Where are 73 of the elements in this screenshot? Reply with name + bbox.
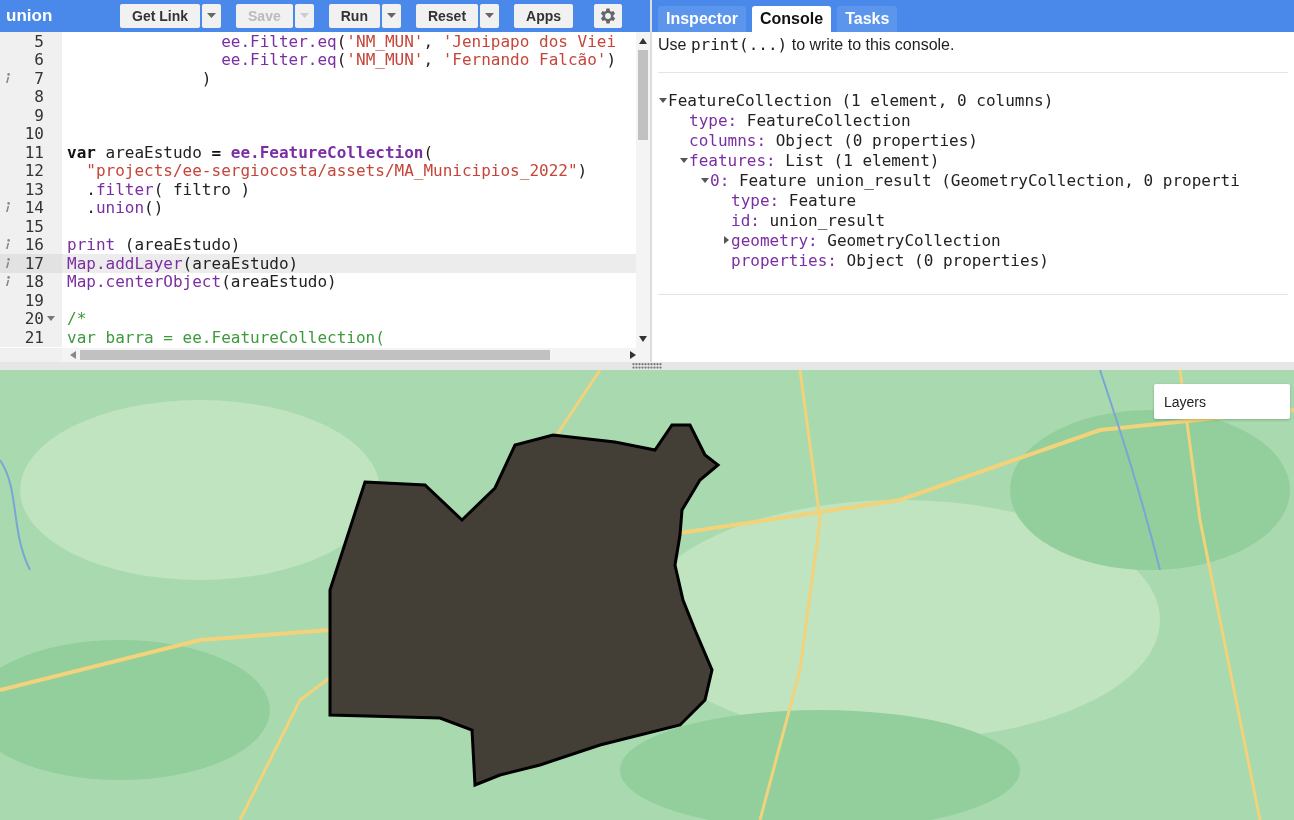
line-number: 17 <box>23 253 44 273</box>
console-entry: 0: Feature union_result (GeometryCollection, 0 properti <box>710 170 1240 190</box>
drag-handle[interactable] <box>632 363 662 369</box>
code-line: print (areaEstudo) <box>67 235 241 255</box>
console-entry: FeatureCollection (1 element, 0 columns) <box>668 90 1054 110</box>
collapse-icon[interactable] <box>679 155 689 165</box>
code-line: .union() <box>85 198 164 218</box>
line-number: 13 <box>23 179 44 199</box>
dropdown-button[interactable] <box>480 4 500 28</box>
console-entry: type: FeatureCollection <box>689 110 911 130</box>
console-entry: geometry: GeometryCollection <box>731 230 1001 250</box>
line-number: 8 <box>33 87 44 107</box>
line-number: 14 <box>23 198 44 218</box>
code-line: /* <box>67 309 87 329</box>
scroll-up-icon[interactable] <box>639 38 647 44</box>
console-entry: type: Feature <box>731 190 857 210</box>
scroll-thumb[interactable] <box>80 350 550 360</box>
code-line: ) <box>200 68 212 88</box>
line-number: 20 <box>23 309 44 329</box>
fold-icon[interactable] <box>47 315 55 322</box>
code-line: var areaEstudo = ee.FeatureCollection( <box>67 142 434 162</box>
line-number: 12 <box>23 161 44 181</box>
info-icon[interactable] <box>4 72 10 84</box>
code-line: .filter( filtro ) <box>85 179 251 199</box>
code-line: Map.addLayer(areaEstudo) <box>67 253 299 273</box>
info-icon[interactable] <box>4 276 10 288</box>
vertical-scrollbar[interactable] <box>636 32 650 348</box>
panel-tab[interactable]: Console <box>752 6 832 32</box>
expand-icon[interactable] <box>721 235 731 245</box>
caret-icon <box>386 13 396 19</box>
scroll-right-icon[interactable] <box>630 351 636 359</box>
info-icon[interactable] <box>4 257 10 269</box>
info-icon[interactable] <box>4 239 10 251</box>
line-number: 5 <box>33 32 44 51</box>
caret-icon <box>299 13 309 19</box>
line-number: 18 <box>23 272 44 292</box>
console-hint: Use print(...) to write to this console. <box>658 32 1288 73</box>
code-line: Map.centerObject(areaEstudo) <box>67 272 337 292</box>
collapse-icon[interactable] <box>700 175 710 185</box>
toolbar-button[interactable]: Reset <box>415 4 479 28</box>
settings-button[interactable] <box>594 4 623 28</box>
line-number: 15 <box>23 216 44 236</box>
layers-button[interactable]: Layers <box>1154 384 1290 419</box>
code-line: ee.Filter.eq('NM_MUN', 'Fernando Falcão') <box>220 50 617 70</box>
dropdown-button[interactable] <box>202 4 221 28</box>
code-line: ee.Filter.eq('NM_MUN', 'Jenipapo dos Viei <box>220 32 617 51</box>
line-number: 16 <box>23 235 44 255</box>
line-number: 11 <box>23 142 44 162</box>
horizontal-scrollbar[interactable] <box>62 348 650 362</box>
scroll-left-icon[interactable] <box>70 351 76 359</box>
caret-icon <box>207 13 216 19</box>
console-entry: columns: Object (0 properties) <box>689 130 978 150</box>
script-title: union <box>5 6 54 26</box>
line-number: 21 <box>23 327 44 347</box>
collapse-icon[interactable] <box>658 95 668 105</box>
scroll-down-icon[interactable] <box>639 336 647 342</box>
caret-icon <box>485 13 495 19</box>
toolbar-button[interactable]: Run <box>328 4 380 28</box>
info-icon[interactable] <box>4 202 10 214</box>
line-number: 10 <box>23 124 44 144</box>
console-entry: id: union_result <box>731 210 886 230</box>
line-number: 9 <box>33 105 44 125</box>
code-line: "projects/ee-sergiocosta/assets/MA_Municipios_2022") <box>85 161 588 181</box>
console-entry: features: List (1 element) <box>689 150 940 170</box>
console-entry: properties: Object (0 properties) <box>731 250 1049 270</box>
dropdown-button[interactable] <box>381 4 401 28</box>
line-number: 19 <box>23 290 44 310</box>
code-line: var barra = ee.FeatureCollection( <box>67 327 385 347</box>
toolbar-button[interactable]: Apps <box>514 4 574 28</box>
line-number: 6 <box>33 50 44 70</box>
toolbar-button[interactable]: Get Link <box>120 4 200 28</box>
line-number: 7 <box>33 68 44 88</box>
scroll-thumb[interactable] <box>638 50 648 140</box>
